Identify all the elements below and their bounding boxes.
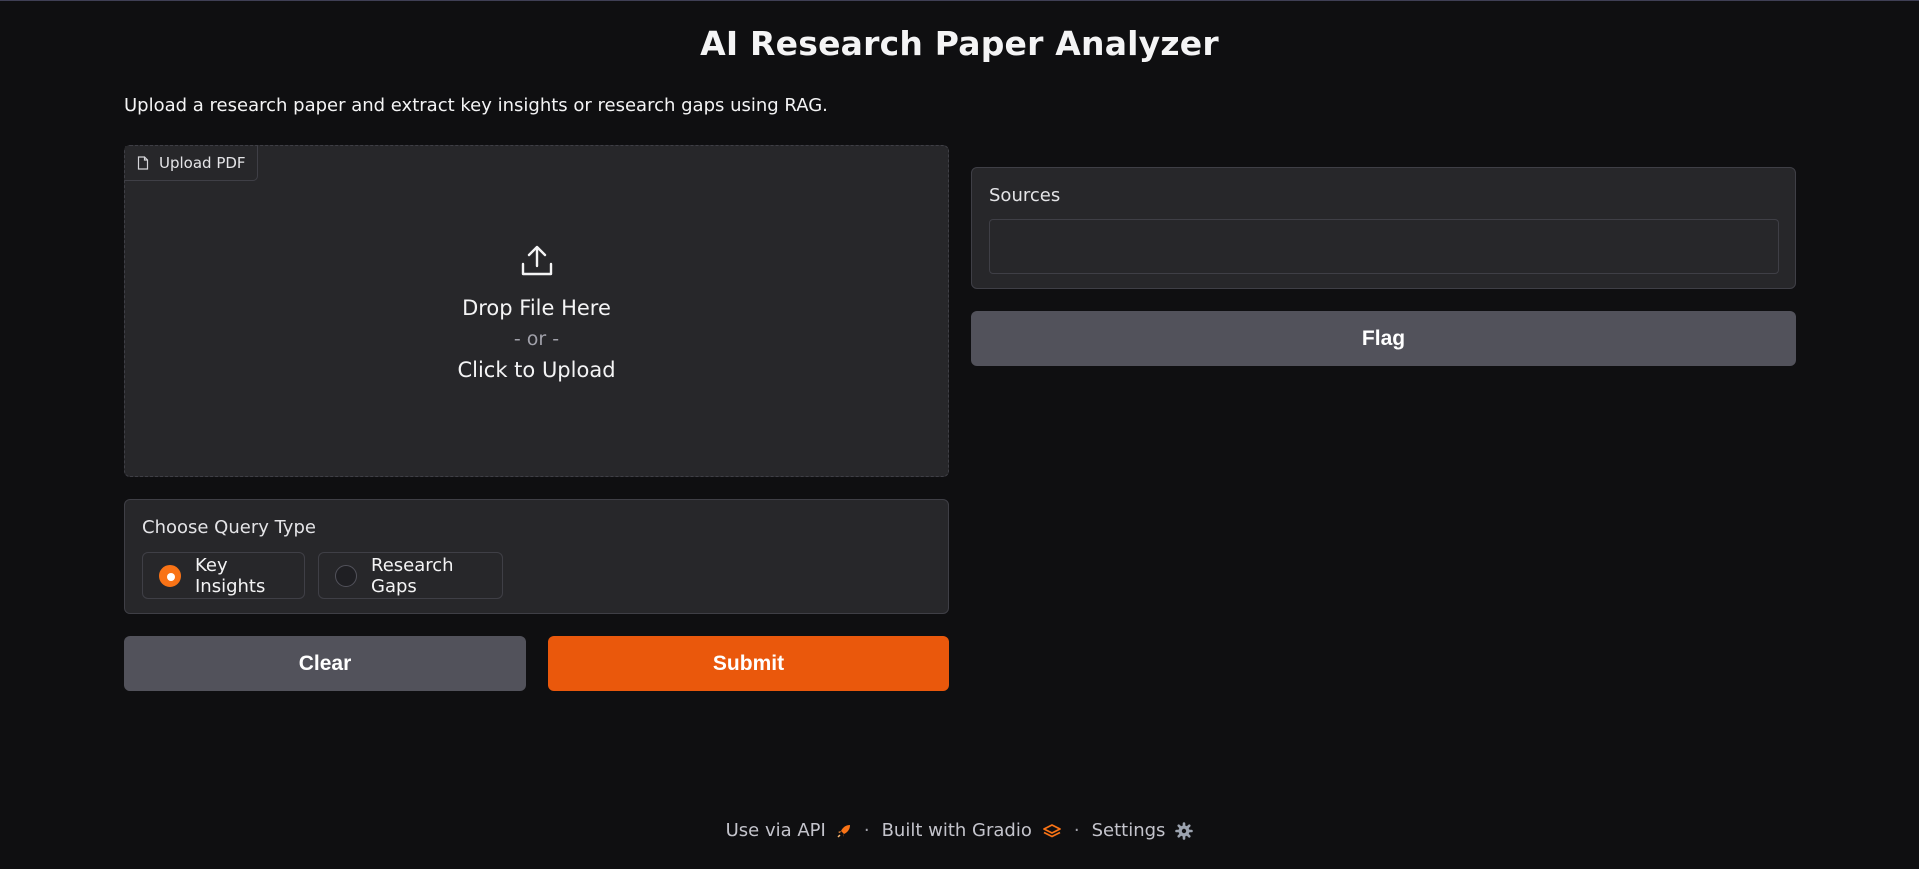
pdf-upload-dropzone[interactable]: Upload PDF Drop File Here - or - Click t… — [124, 145, 949, 477]
drop-file-text: Drop File Here — [462, 296, 611, 320]
use-via-api-text: Use via API — [725, 820, 826, 841]
flag-button[interactable]: Flag — [971, 311, 1796, 366]
radio-research-gaps-label: Research Gaps — [371, 554, 454, 597]
footer-separator: · — [1073, 820, 1080, 841]
radio-research-gaps[interactable]: Research Gaps — [318, 552, 503, 599]
submit-button[interactable]: Submit — [548, 636, 949, 691]
upload-label-text: Upload PDF — [159, 154, 246, 172]
upload-prompt: Drop File Here - or - Click to Upload — [125, 244, 948, 382]
settings-text: Settings — [1091, 820, 1166, 841]
top-border — [0, 0, 1919, 1]
gradio-logo-icon — [1042, 823, 1062, 839]
query-type-group: Choose Query Type Key Insights Research … — [124, 499, 949, 614]
footer: Use via API · Built with Gradio · Settin… — [0, 820, 1919, 841]
use-via-api-link[interactable]: Use via API — [726, 820, 852, 841]
page-title: AI Research Paper Analyzer — [700, 24, 1219, 63]
sources-panel: Sources — [971, 167, 1796, 289]
clear-button[interactable]: Clear — [124, 636, 526, 691]
upload-icon — [520, 244, 554, 282]
rocket-icon — [836, 823, 852, 839]
upload-label: Upload PDF — [125, 146, 258, 181]
sources-field[interactable] — [989, 219, 1779, 274]
gear-icon — [1175, 821, 1194, 840]
click-to-upload-text: Click to Upload — [457, 358, 616, 382]
footer-separator: · — [863, 820, 870, 841]
built-with-gradio-link[interactable]: Built with Gradio — [882, 820, 1062, 841]
radio-checked-icon[interactable] — [159, 564, 181, 587]
query-type-label: Choose Query Type — [142, 517, 316, 538]
radio-unchecked-icon[interactable] — [335, 564, 357, 587]
page-description: Upload a research paper and extract key … — [124, 95, 828, 116]
or-text: - or - — [513, 328, 560, 350]
settings-link[interactable]: Settings — [1092, 820, 1194, 841]
file-icon — [137, 156, 149, 170]
sources-label: Sources — [989, 185, 1061, 206]
radio-key-insights[interactable]: Key Insights — [142, 552, 305, 599]
built-with-gradio-text: Built with Gradio — [881, 820, 1032, 841]
radio-key-insights-label: Key Insights — [195, 554, 266, 597]
